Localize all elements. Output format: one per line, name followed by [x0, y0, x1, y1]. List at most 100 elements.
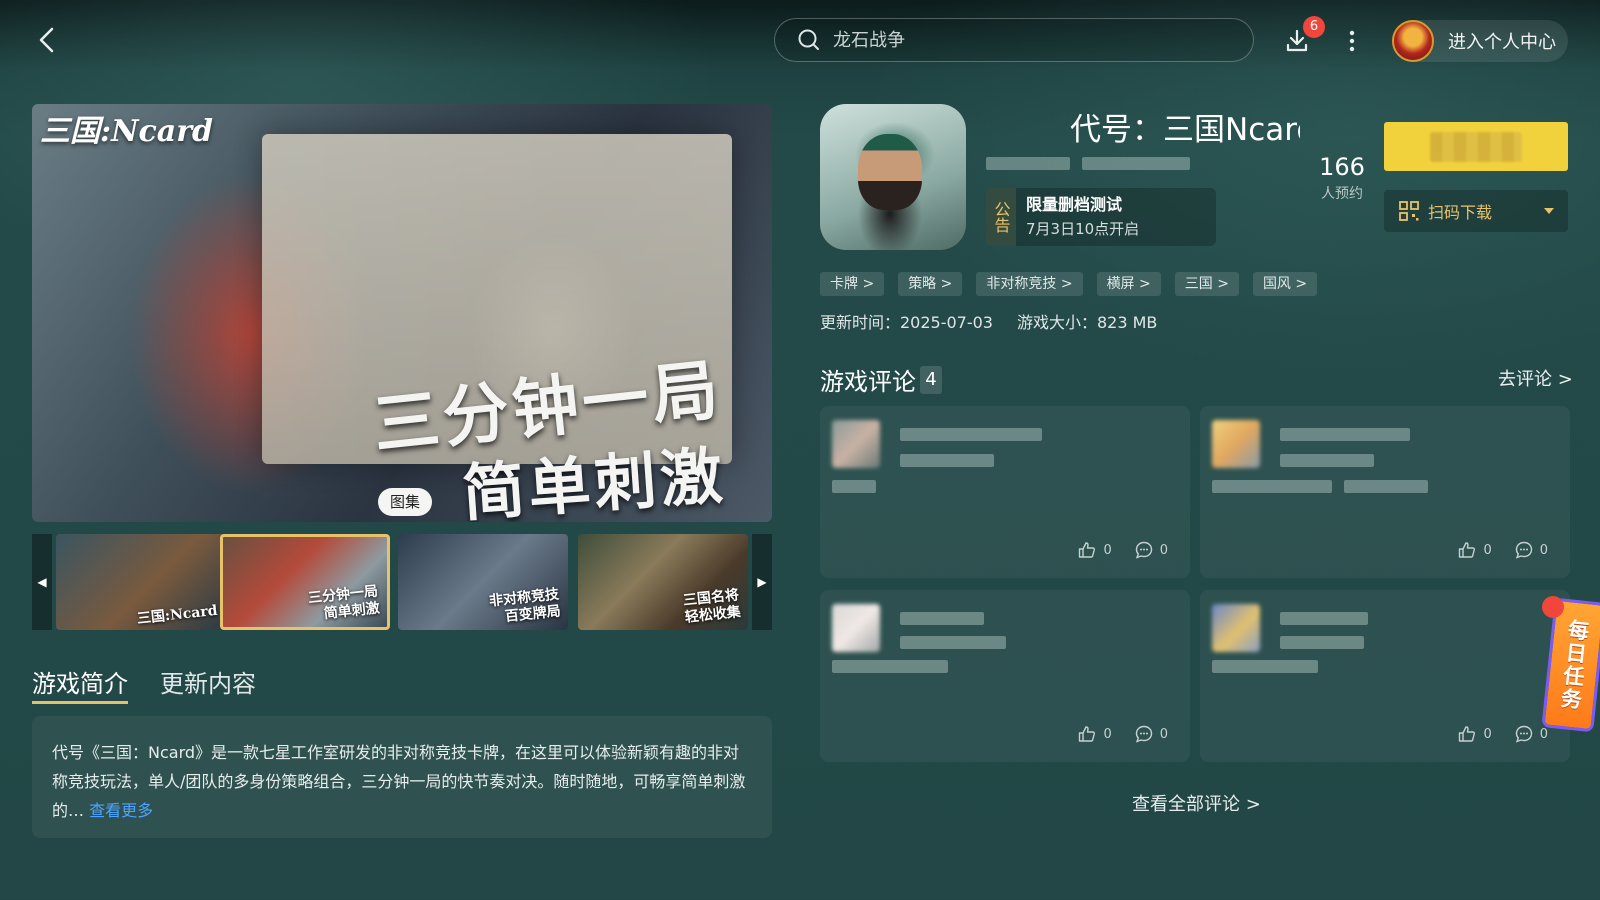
- comment-icon: [1135, 725, 1152, 743]
- thumbs-up-icon: [1079, 542, 1096, 558]
- daily-task-button[interactable]: 每日任务: [1541, 596, 1600, 733]
- avatar: [832, 420, 880, 468]
- thumbs-up-icon: [1459, 542, 1476, 558]
- notification-dot: [1542, 596, 1564, 618]
- comment-icon: [1515, 541, 1532, 559]
- reviews-title: 游戏评论: [820, 368, 916, 396]
- review-card[interactable]: 0 0: [820, 406, 1190, 578]
- chevron-left-icon: [39, 27, 54, 53]
- like-button[interactable]: 0: [1457, 540, 1492, 560]
- thumb-prev-button[interactable]: ◀: [32, 534, 52, 630]
- tag-chinese-style[interactable]: 国风 >: [1252, 272, 1318, 296]
- back-button[interactable]: [30, 22, 66, 58]
- thumbnail-3[interactable]: 非对称竞技 百变牌局: [398, 534, 568, 630]
- user-center-button[interactable]: 进入个人中心: [1392, 20, 1568, 62]
- search-box[interactable]: [774, 18, 1254, 62]
- thumbs-up-icon: [1079, 726, 1096, 742]
- avatar: [1212, 420, 1260, 468]
- game-size: 游戏大小：823 MB: [1017, 313, 1158, 332]
- announcement-box[interactable]: 公告 限量删档测试 7月3日10点开启: [986, 188, 1216, 246]
- comment-button[interactable]: 0: [1514, 540, 1548, 560]
- tag-asymmetric[interactable]: 非对称竞技 >: [976, 272, 1083, 296]
- reviews-count-badge: 4: [920, 365, 942, 394]
- review-stats: 0 0: [1435, 724, 1548, 744]
- write-review-link[interactable]: 去评论 >: [1498, 365, 1573, 391]
- app-icon: [820, 104, 966, 250]
- like-button[interactable]: 0: [1077, 540, 1112, 560]
- reserve-button[interactable]: [1384, 122, 1568, 171]
- scan-download-button[interactable]: 扫码下载: [1384, 190, 1568, 232]
- tag-card[interactable]: 卡牌 >: [820, 272, 885, 296]
- tag-strategy[interactable]: 策略 >: [898, 272, 963, 296]
- thumbnail-2[interactable]: 三分钟一局 简单刺激: [220, 534, 390, 630]
- caret-down-icon: [1544, 208, 1554, 214]
- blurred-username: [1280, 428, 1410, 441]
- thumbnail-1[interactable]: 三国:Ncard: [56, 534, 226, 630]
- tab-updates[interactable]: 更新内容: [160, 664, 256, 704]
- thumbnail-4[interactable]: 三国名将 轻松收集: [578, 534, 748, 630]
- character-portrait: [858, 134, 922, 210]
- hero-slogan-line2: 简单刺激: [460, 438, 729, 522]
- blurred-rating: [1082, 157, 1190, 170]
- tag-list: 卡牌 > 策略 > 非对称竞技 > 横屏 > 三国 > 国风 >: [820, 272, 1331, 296]
- review-card[interactable]: 0 0: [1200, 406, 1570, 578]
- tab-intro[interactable]: 游戏简介: [32, 664, 128, 704]
- avatar: [832, 604, 880, 652]
- gallery-button[interactable]: 图集: [378, 488, 433, 516]
- comment-icon: [1515, 725, 1532, 743]
- search-input[interactable]: [833, 29, 1233, 51]
- blurred-meta: [900, 454, 994, 467]
- download-count-badge: 6: [1303, 16, 1325, 38]
- search-icon: [798, 29, 819, 50]
- qr-code-icon: [1399, 201, 1419, 221]
- blurred-meta: [900, 636, 1006, 649]
- thumbnail-strip: ◀ 三国:Ncard 三分钟一局 简单刺激 非对称竞技 百变牌局 三国名将 轻松…: [32, 534, 772, 630]
- review-card[interactable]: 0 0: [1200, 590, 1570, 762]
- thumb-next-button[interactable]: ▶: [752, 534, 772, 630]
- triangle-left-icon: ◀: [37, 575, 47, 589]
- comment-button[interactable]: 0: [1134, 724, 1168, 744]
- like-button[interactable]: 0: [1457, 724, 1492, 744]
- tag-landscape[interactable]: 横屏 >: [1096, 272, 1161, 296]
- thumbnail-caption: 三国名将 轻松收集: [682, 587, 742, 626]
- review-stats: 0 0: [1055, 540, 1168, 560]
- like-count: 0: [1103, 726, 1112, 742]
- daily-task-badge: 每日任务: [1541, 597, 1600, 733]
- page-title: 代号：三国Ncard: [1070, 112, 1300, 148]
- comment-count: 0: [1159, 542, 1168, 558]
- blurred-button-label: [1430, 132, 1522, 162]
- blurred-review-text: [832, 660, 948, 673]
- more-vertical-icon: [1349, 30, 1355, 52]
- notice-title: 限量删档测试: [1026, 195, 1123, 214]
- intro-card: 代号《三国：Ncard》是一款七星工作室研发的非对称竞技卡牌，在这里可以体验新颖…: [32, 716, 772, 838]
- comment-button[interactable]: 0: [1514, 724, 1548, 744]
- blurred-review-text: [1212, 660, 1318, 673]
- review-stats: 0 0: [1435, 540, 1548, 560]
- avatar: [1212, 604, 1260, 652]
- blurred-username: [900, 612, 984, 625]
- blurred-developer: [986, 157, 1070, 170]
- more-menu-button[interactable]: [1340, 26, 1364, 56]
- top-bar: 6 进入个人中心: [0, 0, 1600, 80]
- avatar: [1392, 20, 1434, 62]
- reservation-label: 人预约: [1321, 186, 1363, 202]
- like-count: 0: [1103, 542, 1112, 558]
- see-more-link[interactable]: 查看更多: [89, 801, 153, 820]
- info-tabs: 游戏简介 更新内容: [32, 664, 288, 704]
- review-card[interactable]: 0 0: [820, 590, 1190, 762]
- tag-three-kingdoms[interactable]: 三国 >: [1174, 272, 1239, 296]
- gallery-main-image[interactable]: 三国:Ncard 三分钟一局 简单刺激: [32, 104, 772, 522]
- reviews-header: 游戏评论 4: [820, 362, 942, 397]
- game-logo: 三国:Ncard: [40, 114, 213, 149]
- like-button[interactable]: 0: [1077, 724, 1112, 744]
- view-all-reviews-link[interactable]: 查看全部评论 >: [1132, 790, 1261, 816]
- blurred-username: [1280, 612, 1368, 625]
- user-center-label: 进入个人中心: [1448, 32, 1556, 53]
- like-count: 0: [1483, 726, 1492, 742]
- blurred-meta: [1280, 454, 1374, 467]
- reservation-count: 166: [1319, 153, 1365, 181]
- comment-count: 0: [1539, 542, 1548, 558]
- comment-button[interactable]: 0: [1134, 540, 1168, 560]
- blurred-review-text: [1344, 480, 1428, 493]
- thumbnail-caption: 非对称竞技 百变牌局: [488, 586, 562, 626]
